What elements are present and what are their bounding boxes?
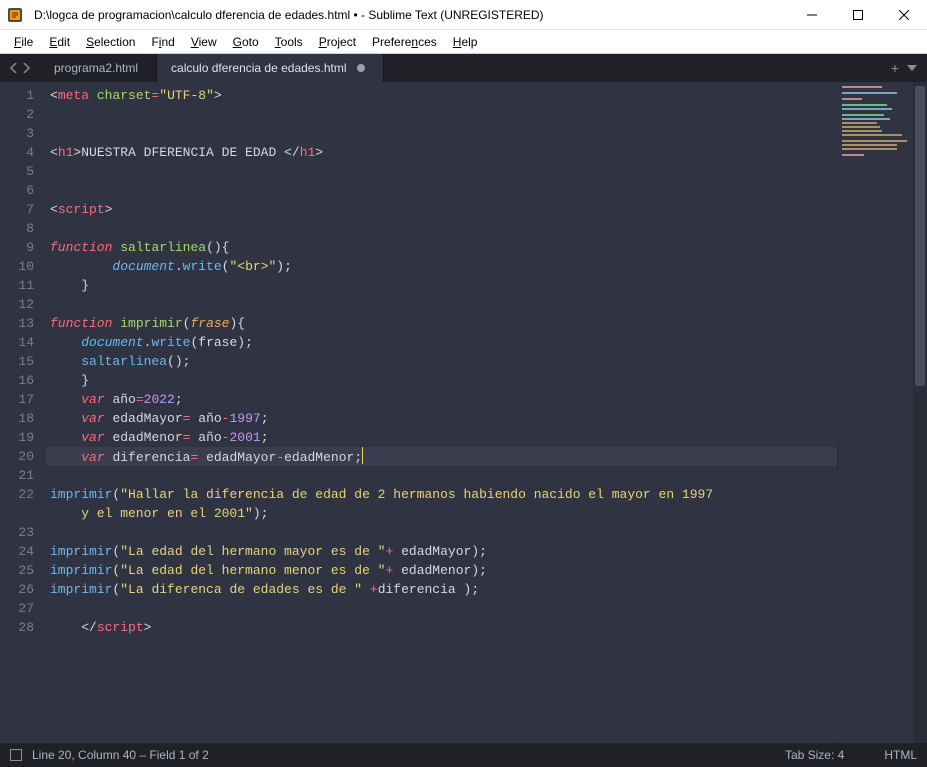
- window-title: D:\logca de programacion\calculo dferenc…: [30, 8, 789, 22]
- text-cursor: [362, 447, 363, 464]
- menu-file[interactable]: File: [6, 33, 41, 51]
- status-tabsize[interactable]: Tab Size: 4: [785, 748, 844, 762]
- close-button[interactable]: [881, 0, 927, 30]
- vertical-scrollbar[interactable]: [913, 82, 927, 743]
- tab-label: programa2.html: [54, 61, 138, 75]
- menu-find[interactable]: Find: [143, 33, 182, 51]
- chevron-left-icon: [10, 63, 18, 73]
- menu-preferences[interactable]: Preferences: [364, 33, 445, 51]
- window-titlebar: D:\logca de programacion\calculo dferenc…: [0, 0, 927, 30]
- menu-project[interactable]: Project: [311, 33, 364, 51]
- new-tab-button[interactable]: +: [891, 60, 899, 76]
- menu-goto[interactable]: Goto: [225, 33, 267, 51]
- status-syntax[interactable]: HTML: [884, 748, 917, 762]
- panel-switcher-icon[interactable]: [10, 749, 22, 761]
- editor[interactable]: 1 2 3 4 5 6 7 8 9 10 11 12 13 14 15 16 1…: [0, 82, 927, 743]
- dirty-indicator-icon: [357, 64, 365, 72]
- tabbar: programa2.html calculo dferencia de edad…: [0, 54, 927, 82]
- status-position[interactable]: Line 20, Column 40 – Field 1 of 2: [32, 748, 209, 762]
- tab-dropdown-icon[interactable]: [907, 63, 917, 73]
- statusbar: Line 20, Column 40 – Field 1 of 2 Tab Si…: [0, 743, 927, 767]
- chevron-right-icon: [22, 63, 30, 73]
- app-icon: [0, 0, 30, 30]
- scrollbar-thumb[interactable]: [915, 86, 925, 386]
- tab-label: calculo dferencia de edades.html: [171, 61, 346, 75]
- minimize-button[interactable]: [789, 0, 835, 30]
- tab-history-nav[interactable]: [0, 54, 40, 82]
- menubar: File Edit Selection Find View Goto Tools…: [0, 30, 927, 54]
- menu-tools[interactable]: Tools: [267, 33, 311, 51]
- tab-calculo-dferencia[interactable]: calculo dferencia de edades.html: [157, 54, 383, 82]
- maximize-button[interactable]: [835, 0, 881, 30]
- menu-help[interactable]: Help: [445, 33, 486, 51]
- code-area[interactable]: <meta charset="UTF-8"> <h1>NUESTRA DFERE…: [46, 82, 837, 743]
- line-number-gutter: 1 2 3 4 5 6 7 8 9 10 11 12 13 14 15 16 1…: [0, 82, 46, 743]
- menu-view[interactable]: View: [183, 33, 225, 51]
- menu-edit[interactable]: Edit: [41, 33, 78, 51]
- menu-selection[interactable]: Selection: [78, 33, 143, 51]
- tab-programa2[interactable]: programa2.html: [40, 54, 157, 82]
